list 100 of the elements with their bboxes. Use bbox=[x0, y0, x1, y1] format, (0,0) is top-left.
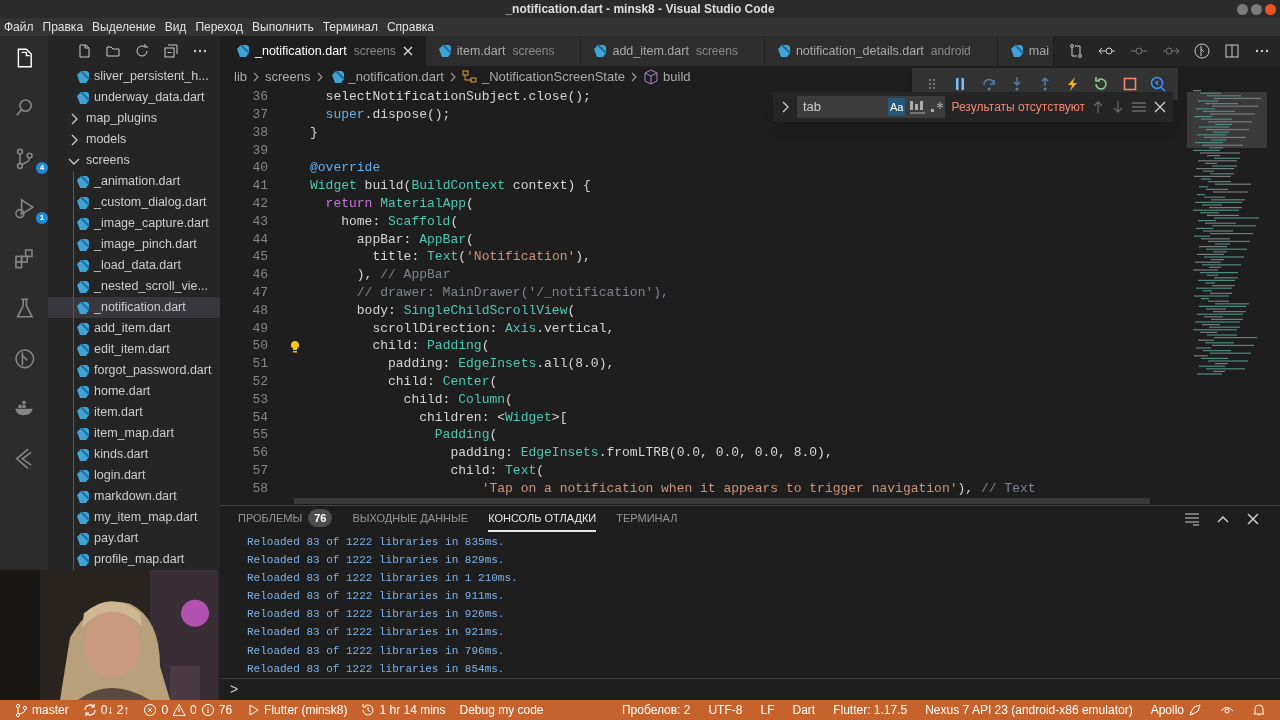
tree-item[interactable]: markdown.dart bbox=[48, 486, 220, 507]
horizontal-scrollbar[interactable] bbox=[294, 498, 1150, 504]
tree-item[interactable]: edit_item.dart bbox=[48, 339, 220, 360]
new-folder-icon[interactable] bbox=[105, 43, 121, 59]
close-button[interactable] bbox=[1265, 3, 1276, 15]
tree-item[interactable]: login.dart bbox=[48, 465, 220, 486]
editor-tab[interactable]: notification_details.dart android bbox=[764, 36, 998, 66]
menu-item[interactable]: Справка bbox=[386, 18, 434, 36]
close-icon[interactable] bbox=[1153, 100, 1167, 114]
previous-match-icon[interactable] bbox=[1091, 100, 1105, 114]
find-input[interactable]: tab Aa bbox=[797, 96, 946, 118]
new-file-icon[interactable] bbox=[76, 43, 92, 59]
launch-status[interactable]: Flutter (minsk8) bbox=[246, 701, 348, 719]
console-line: Reloaded 83 of 1222 libraries in 1 210ms. bbox=[247, 570, 519, 586]
status-item[interactable]: UTF-8 bbox=[708, 701, 743, 719]
breadcrumb-item[interactable]: _notification.dart bbox=[348, 67, 444, 87]
menu-item[interactable]: Выделение bbox=[92, 18, 156, 36]
next-match-icon[interactable] bbox=[1111, 100, 1125, 114]
tree-item[interactable]: _image_pinch.dart bbox=[48, 234, 220, 255]
status-item[interactable]: Пробелов: 2 bbox=[621, 701, 691, 719]
menu-item[interactable]: Вид bbox=[164, 18, 187, 36]
tree-item[interactable]: _image_capture.dart bbox=[48, 213, 220, 234]
inspect-icon[interactable] bbox=[1149, 76, 1166, 92]
tree-item[interactable]: add_item.dart bbox=[48, 318, 220, 339]
restart-icon[interactable] bbox=[1093, 76, 1110, 92]
lightbulb-icon[interactable] bbox=[289, 339, 301, 353]
panel-tab[interactable]: ПРОБЛЕМЫ 76 bbox=[238, 506, 333, 532]
code-line: child: Center( bbox=[387, 372, 498, 391]
breadcrumb-item[interactable]: build bbox=[663, 67, 691, 87]
window-title: _notification.dart - minsk8 - Visual Studio Code bbox=[505, 1, 775, 18]
panel-tab[interactable]: ВЫХОДНЫЕ ДАННЫЕ bbox=[352, 506, 469, 532]
panel-tab[interactable]: КОНСОЛЬ ОТЛАДКИ bbox=[488, 506, 597, 532]
split-editor-icon[interactable] bbox=[1224, 43, 1240, 59]
compare-changes-icon[interactable] bbox=[1068, 43, 1084, 59]
problems-status[interactable]: 0 0 76 bbox=[143, 701, 233, 719]
dart-file-icon bbox=[591, 43, 608, 59]
session-timer[interactable]: 1 hr 14 mins bbox=[361, 701, 446, 719]
play-icon bbox=[246, 703, 261, 717]
tree-item[interactable]: map_plugins bbox=[48, 108, 220, 129]
menu-item[interactable]: Переход bbox=[195, 18, 244, 36]
status-item[interactable]: LF bbox=[760, 701, 775, 719]
tree-item[interactable]: pay.dart bbox=[48, 528, 220, 549]
menu-item[interactable]: Выполнить bbox=[252, 18, 314, 36]
minimize-button[interactable] bbox=[1237, 3, 1248, 15]
debug-mode-status[interactable]: Debug my code bbox=[459, 701, 544, 719]
tree-item[interactable]: _nested_scroll_vie... bbox=[48, 276, 220, 297]
breadcrumb-item[interactable]: lib bbox=[234, 67, 247, 87]
regex-icon[interactable] bbox=[930, 100, 946, 114]
tree-item[interactable]: item_map.dart bbox=[48, 423, 220, 444]
status-item[interactable]: Nexus 7 API 23 (android-x86 emulator) bbox=[925, 701, 1133, 719]
tree-item[interactable]: my_item_map.dart bbox=[48, 507, 220, 528]
breadcrumb-item[interactable]: screens bbox=[265, 67, 311, 87]
dart-file-icon bbox=[74, 173, 90, 190]
tree-item[interactable]: screens bbox=[48, 150, 220, 171]
menu-item[interactable]: Правка bbox=[42, 18, 84, 36]
tree-item[interactable]: _animation.dart bbox=[48, 171, 220, 192]
tree-item[interactable]: _custom_dialog.dart bbox=[48, 192, 220, 213]
menu-item[interactable]: Файл bbox=[4, 18, 34, 36]
code-line: 'Tap on a notification when it appears to trigger navigation'), // Text bbox=[480, 479, 1036, 498]
tree-item[interactable]: sliver_persistent_h... bbox=[48, 66, 220, 87]
tree-item[interactable]: underway_data.dart bbox=[48, 87, 220, 108]
step-over-icon[interactable] bbox=[980, 76, 997, 92]
editor-tab[interactable]: _notification.dart screens bbox=[220, 36, 426, 66]
bell-icon[interactable] bbox=[1252, 703, 1266, 717]
whole-word-icon[interactable] bbox=[909, 99, 927, 115]
editor-tab[interactable]: mai bbox=[997, 36, 1054, 66]
git-graph-icon[interactable] bbox=[1194, 43, 1210, 59]
sync-status[interactable]: 0↓ 2↑ bbox=[82, 701, 130, 719]
error-icon bbox=[143, 703, 158, 717]
maximize-button[interactable] bbox=[1251, 3, 1262, 15]
tree-item[interactable]: models bbox=[48, 129, 220, 150]
close-icon[interactable] bbox=[1246, 511, 1260, 526]
console-line: Reloaded 83 of 1222 libraries in 854ms. bbox=[247, 661, 506, 677]
editor-tab[interactable]: item.dart screens bbox=[425, 36, 582, 66]
tree-item[interactable]: _notification.dart bbox=[48, 297, 220, 318]
extension-status[interactable]: Apollo bbox=[1150, 701, 1202, 719]
breadcrumb-item[interactable]: _NotificationScreenState bbox=[481, 67, 626, 87]
code-line: Padding( bbox=[433, 426, 498, 445]
git-graph-icon[interactable] bbox=[12, 346, 36, 370]
tree-item[interactable]: forgot_password.dart bbox=[48, 360, 220, 381]
tree-item[interactable]: item.dart bbox=[48, 402, 220, 423]
code-line: child: Padding( bbox=[371, 337, 490, 356]
tree-item[interactable]: _load_data.dart bbox=[48, 255, 220, 276]
branch-status[interactable]: master bbox=[14, 701, 69, 719]
editor-tab[interactable]: add_item.dart screens bbox=[581, 36, 765, 66]
panel-tab[interactable]: ТЕРМИНАЛ bbox=[616, 506, 678, 532]
extensions-icon[interactable] bbox=[12, 246, 36, 270]
tree-item[interactable]: profile_map.dart bbox=[48, 549, 220, 570]
run-debug-icon[interactable] bbox=[12, 196, 36, 220]
tree-item[interactable]: kinds.dart bbox=[48, 444, 220, 465]
menu-item[interactable]: Терминал bbox=[322, 18, 378, 36]
status-item[interactable]: Dart bbox=[792, 701, 816, 719]
collapse-all-icon[interactable] bbox=[163, 43, 179, 59]
refresh-icon[interactable] bbox=[134, 43, 150, 59]
console-prompt[interactable]: > bbox=[230, 679, 239, 700]
stop-icon[interactable] bbox=[1121, 76, 1138, 92]
status-item[interactable]: Flutter: 1.17.5 bbox=[833, 701, 908, 719]
option-toggle[interactable]: Aa bbox=[888, 98, 906, 116]
filter-list-icon[interactable] bbox=[1184, 511, 1200, 526]
tree-item[interactable]: home.dart bbox=[48, 381, 220, 402]
